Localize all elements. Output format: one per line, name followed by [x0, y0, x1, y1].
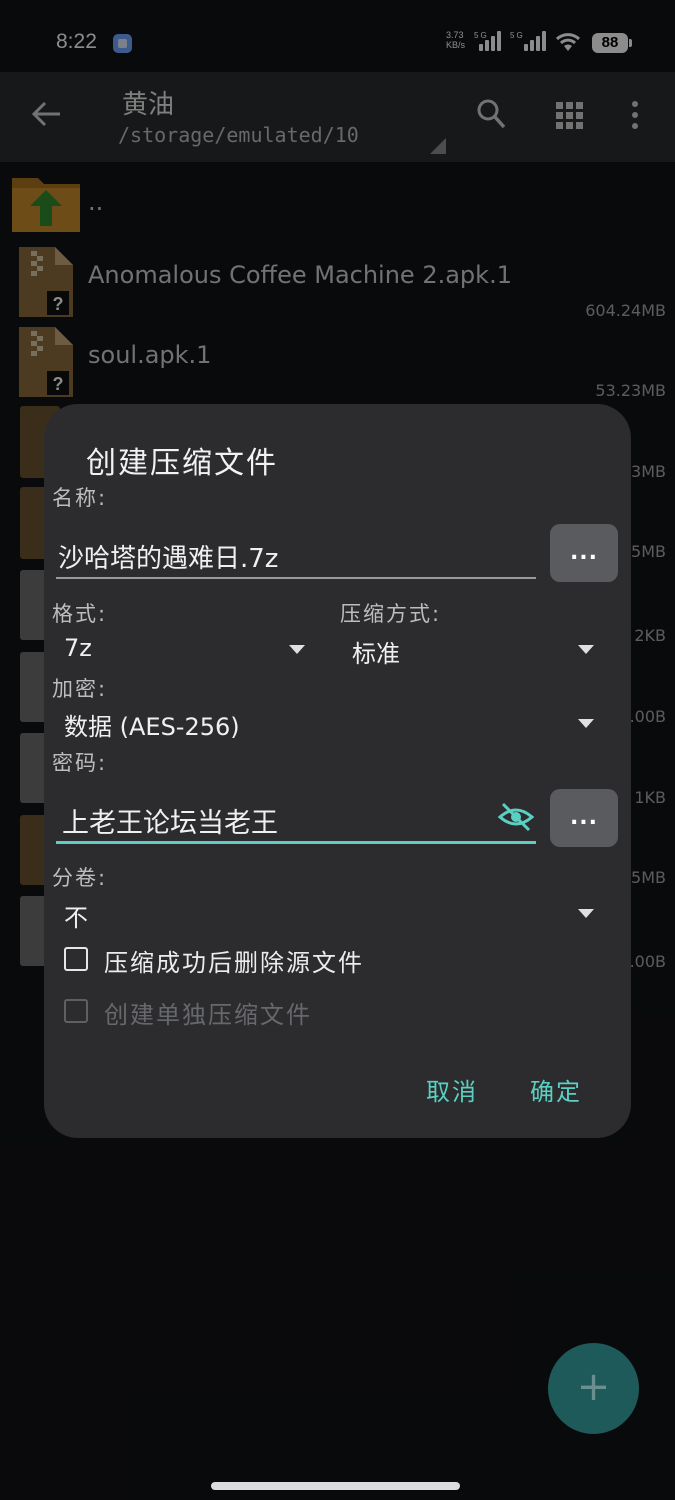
browse-name-button[interactable]: ...	[550, 524, 618, 582]
plus-icon: +	[576, 1364, 611, 1410]
format-select[interactable]: 7z	[64, 634, 92, 662]
name-label: 名称:	[52, 486, 108, 510]
delete-source-label[interactable]: 压缩成功后删除源文件	[104, 943, 364, 978]
visibility-off-icon[interactable]	[497, 802, 535, 832]
password-label: 密码:	[52, 751, 108, 775]
home-indicator[interactable]	[211, 1482, 460, 1490]
dialog-title: 创建压缩文件	[86, 446, 278, 481]
ok-button[interactable]: 确定	[530, 1072, 582, 1107]
volume-dropdown-icon[interactable]	[578, 909, 594, 918]
separate-archive-label: 创建单独压缩文件	[104, 1001, 312, 1029]
compression-method-select[interactable]: 标准	[352, 634, 400, 669]
compression-method-dropdown-icon[interactable]	[578, 645, 594, 654]
password-options-button[interactable]: ...	[550, 789, 618, 847]
format-label: 格式:	[52, 602, 108, 626]
archive-name-input[interactable]: 沙哈塔的遇难日.7z	[58, 538, 278, 575]
volume-select[interactable]: 不	[64, 898, 88, 933]
format-dropdown-icon[interactable]	[289, 645, 305, 654]
volume-label: 分卷:	[52, 866, 108, 890]
password-input[interactable]: 上老王论坛当老王	[62, 801, 278, 840]
compression-method-label: 压缩方式:	[340, 602, 442, 626]
cancel-button[interactable]: 取消	[426, 1072, 478, 1107]
encryption-dropdown-icon[interactable]	[578, 719, 594, 728]
archive-name-underline	[56, 577, 536, 579]
encryption-label: 加密:	[52, 677, 108, 701]
delete-source-checkbox[interactable]	[64, 947, 88, 971]
add-fab-button[interactable]: +	[548, 1343, 639, 1434]
encryption-select[interactable]: 数据 (AES-256)	[64, 707, 240, 742]
password-underline	[56, 841, 536, 844]
separate-archive-checkbox	[64, 999, 88, 1023]
